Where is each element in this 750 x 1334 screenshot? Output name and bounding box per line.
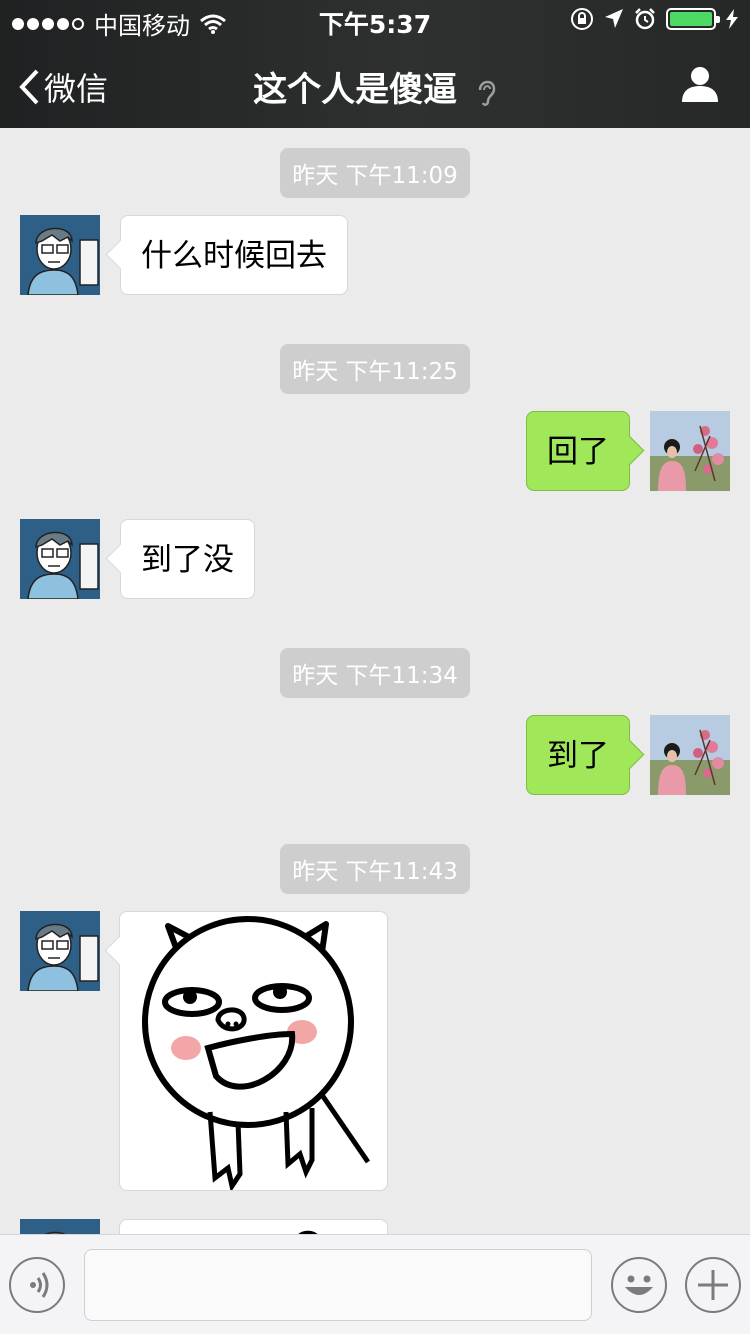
chat-title: 这个人是傻逼 — [253, 70, 458, 110]
avatar-other[interactable] — [20, 911, 100, 991]
charging-icon — [726, 9, 738, 29]
status-bar: 中国移动 下午5:37 — [0, 0, 750, 40]
voice-button[interactable] — [9, 1257, 65, 1313]
sticker-partial-art — [298, 1230, 318, 1234]
timestamp: 昨天 下午11:34 — [0, 648, 750, 698]
emoji-icon — [625, 1275, 653, 1295]
timestamp: 昨天 下午11:09 — [0, 148, 750, 198]
plus-button[interactable] — [685, 1257, 741, 1313]
voice-icon — [30, 1272, 49, 1298]
timestamp: 昨天 下午11:43 — [0, 844, 750, 894]
input-bar — [0, 1234, 750, 1334]
nav-bar: 微信 这个人是傻逼 — [0, 40, 750, 128]
emoji-button[interactable] — [611, 1257, 667, 1313]
timestamp: 昨天 下午11:25 — [0, 344, 750, 394]
message-bubble-received[interactable]: 到了没 — [120, 519, 255, 599]
battery-icon — [666, 8, 720, 30]
avatar-photo — [650, 411, 730, 491]
message-input[interactable] — [84, 1249, 592, 1321]
message-bubble-sent[interactable]: 到了 — [526, 715, 630, 795]
plus-icon — [698, 1270, 728, 1300]
avatar-cartoon — [20, 215, 100, 295]
profile-icon — [682, 67, 718, 102]
chat-area[interactable]: 昨天 下午11:09 什么时候回去 昨天 下午11:25 回了 到了没 昨天 下… — [0, 128, 750, 1234]
header: 中国移动 下午5:37 微信 这个人是傻逼 — [0, 0, 750, 128]
avatar-self[interactable] — [650, 411, 730, 491]
avatar-cartoon — [20, 519, 100, 599]
battery-fill — [670, 12, 712, 26]
alarm-icon — [635, 8, 655, 30]
avatar-cartoon — [20, 1219, 100, 1234]
avatar-other-partial[interactable] — [20, 1219, 100, 1234]
smug-cat-sticker — [142, 916, 371, 1193]
avatar-cartoon — [20, 911, 100, 991]
rotation-lock-icon — [571, 8, 593, 30]
message-bubble-received[interactable]: 什么时候回去 — [120, 215, 348, 295]
ear-icon — [478, 80, 496, 106]
sticker-message[interactable] — [119, 911, 388, 1193]
location-icon — [605, 9, 623, 28]
avatar-other[interactable] — [20, 215, 100, 295]
avatar-other[interactable] — [20, 519, 100, 599]
status-right — [570, 7, 738, 31]
message-bubble-sent[interactable]: 回了 — [526, 411, 630, 491]
avatar-self[interactable] — [650, 715, 730, 795]
profile-button[interactable] — [680, 64, 720, 108]
sticker-message-partial[interactable] — [119, 1219, 388, 1234]
avatar-photo — [650, 715, 730, 795]
page-title: 这个人是傻逼 — [0, 62, 750, 111]
